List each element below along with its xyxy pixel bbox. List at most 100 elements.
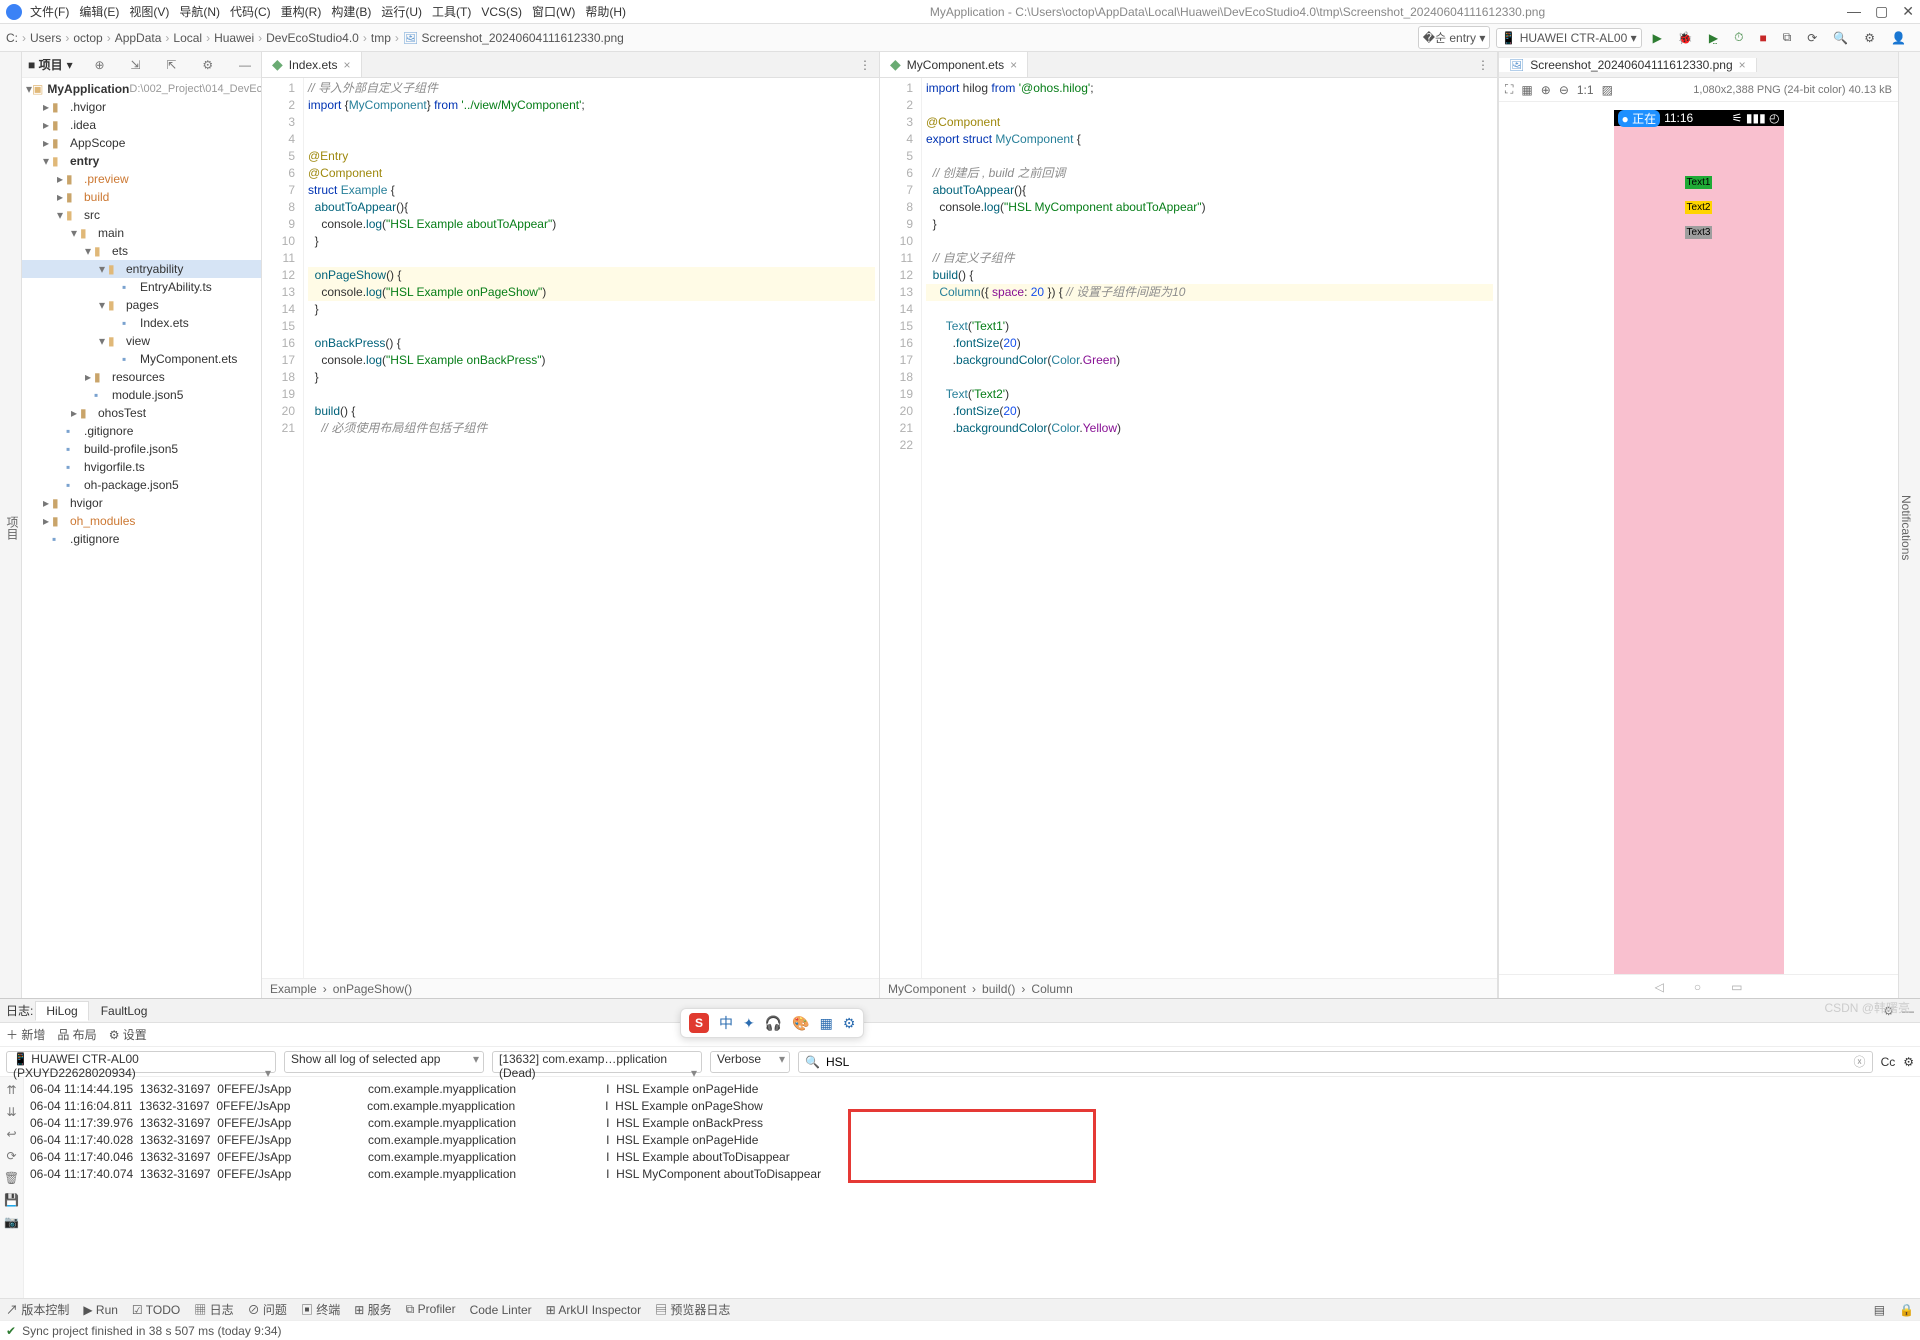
chess-bg-icon[interactable]: ▨ — [1602, 83, 1613, 97]
hide-icon[interactable]: — — [239, 58, 251, 72]
zoom-in-icon[interactable]: ⊕ — [1541, 83, 1551, 97]
scope-filter[interactable]: Show all log of selected app — [284, 1051, 484, 1073]
grid-icon[interactable]: ▦ — [1521, 83, 1532, 97]
code-editor-1[interactable]: 123456789101112131415161718192021 // 导入外… — [262, 78, 879, 978]
tree-node[interactable]: ▪oh-package.json5 — [22, 476, 261, 494]
status-item[interactable]: ▶ Run — [83, 1303, 118, 1317]
status-item[interactable]: ▤ 预览器日志 — [655, 1301, 730, 1318]
float-settings-icon[interactable]: ⚙ — [843, 1015, 856, 1032]
debug-button[interactable]: 🐞 — [1673, 28, 1698, 48]
tree-node[interactable]: ▪.gitignore — [22, 530, 261, 548]
tree-node[interactable]: ▪build-profile.json5 — [22, 440, 261, 458]
menu-item[interactable]: 视图(V) — [129, 5, 169, 19]
log-line[interactable]: 06-04 11:14:44.195 13632-31697 0FEFE/JsA… — [30, 1081, 1914, 1098]
menu-item[interactable]: 帮助(H) — [585, 5, 626, 19]
tree-node[interactable]: ▪hvigorfile.ts — [22, 458, 261, 476]
floating-toolbar[interactable]: S 中 ✦ 🎧 🎨 ▦ ⚙ — [680, 1008, 864, 1038]
log-line[interactable]: 06-04 11:17:40.028 13632-31697 0FEFE/JsA… — [30, 1132, 1914, 1149]
menu-item[interactable]: 工具(T) — [432, 5, 471, 19]
float-china-icon[interactable]: 中 — [719, 1013, 733, 1033]
breadcrumb-item[interactable]: 🖼 Screenshot_20240604111612330.png — [403, 31, 624, 45]
close-icon[interactable]: × — [343, 58, 350, 72]
tree-node[interactable]: ▸▮resources — [22, 368, 261, 386]
menu-item[interactable]: 运行(U) — [381, 5, 422, 19]
tree-node[interactable]: ▸▮.hvigor — [22, 98, 261, 116]
tree-node[interactable]: ▾▮entryability — [22, 260, 261, 278]
status-item[interactable]: ⧉ Profiler — [406, 1302, 456, 1317]
profile-button[interactable]: ⏱ — [1729, 27, 1748, 48]
nav-home-icon[interactable]: ○ — [1694, 980, 1701, 994]
tree-node[interactable]: ▪.gitignore — [22, 422, 261, 440]
collapse-all-icon[interactable]: ⇱ — [166, 58, 176, 72]
layout-button[interactable]: 品 布局 — [57, 1026, 96, 1043]
float-grid-icon[interactable]: ▦ — [820, 1015, 833, 1032]
tree-node[interactable]: ▾▮pages — [22, 296, 261, 314]
preview-canvas[interactable]: ● 正在 11:16 ⚟ ▮▮▮ ◴ Text1Text2Text3 — [1499, 102, 1898, 974]
breadcrumb-item[interactable]: C: — [6, 31, 18, 45]
maximize-button[interactable]: ▢ — [1875, 3, 1888, 20]
nav-recent-icon[interactable]: ▭ — [1731, 980, 1742, 994]
breadcrumb-item[interactable]: Local — [173, 31, 202, 45]
tree-node[interactable]: ▾▮src — [22, 206, 261, 224]
lock-icon[interactable]: 🔒 — [1899, 1303, 1914, 1317]
build-button[interactable]: ⧉ — [1778, 27, 1797, 48]
breadcrumb-item[interactable]: octop — [73, 31, 102, 45]
menu-item[interactable]: 重构(R) — [281, 5, 322, 19]
close-icon[interactable]: × — [1010, 58, 1017, 72]
float-headphones-icon[interactable]: 🎧 — [765, 1015, 782, 1032]
tree-node[interactable]: ▪Index.ets — [22, 314, 261, 332]
float-palette-icon[interactable]: 🎨 — [792, 1015, 809, 1032]
tree-node[interactable]: ▸▮.preview — [22, 170, 261, 188]
tab-mycomponent-ets[interactable]: ◆MyComponent.ets× — [880, 52, 1028, 77]
menu-item[interactable]: 编辑(E) — [79, 5, 119, 19]
nav-back-icon[interactable]: ◁ — [1655, 980, 1664, 994]
screenshot-icon[interactable]: 📷 — [4, 1215, 19, 1229]
menu-item[interactable]: 导航(N) — [179, 5, 220, 19]
tree-node[interactable]: ▸▮oh_modules — [22, 512, 261, 530]
add-filter-button[interactable]: ＋ 新增 — [6, 1026, 45, 1043]
source[interactable]: // 导入外部自定义子组件import {MyComponent} from '… — [304, 78, 879, 978]
log-line[interactable]: 06-04 11:16:04.811 13632-31697 0FEFE/JsA… — [30, 1098, 1914, 1115]
code-editor-2[interactable]: 12345678910111213141516171819202122 impo… — [880, 78, 1497, 978]
editor-breadcrumb[interactable]: MyComponent › build() › Column — [880, 978, 1497, 998]
breadcrumb-item[interactable]: Huawei — [214, 31, 254, 45]
status-item[interactable]: ⊞ ArkUI Inspector — [546, 1303, 641, 1317]
save-log-icon[interactable]: 💾 — [4, 1193, 19, 1207]
float-spark-icon[interactable]: ✦ — [743, 1015, 755, 1032]
status-item[interactable]: ▦ 日志 — [194, 1301, 233, 1318]
tab-overflow-icon[interactable]: ⋮ — [1469, 52, 1497, 77]
source[interactable]: import hilog from '@ohos.hilog'; @Compon… — [922, 78, 1497, 978]
match-case-button[interactable]: Cc — [1881, 1055, 1896, 1069]
tree-node[interactable]: ▪EntryAbility.ts — [22, 278, 261, 296]
tree-node[interactable]: ▸▮ohosTest — [22, 404, 261, 422]
settings-button[interactable]: ⚙ — [1859, 28, 1880, 48]
run-button[interactable]: ▶ — [1648, 28, 1667, 48]
breadcrumb-item[interactable]: Users — [30, 31, 61, 45]
event-log-button[interactable]: ▤ — [1874, 1303, 1885, 1317]
run-config-selector[interactable]: �순 entry ▾ — [1418, 26, 1491, 49]
scroll-top-icon[interactable]: ⇈ — [6, 1083, 16, 1097]
tree-node[interactable]: ▸▮hvigor — [22, 494, 261, 512]
tree-node[interactable]: ▾▮main — [22, 224, 261, 242]
tree-node[interactable]: ▾▮view — [22, 332, 261, 350]
coverage-button[interactable]: ▶̤ — [1704, 28, 1723, 48]
tree-node[interactable]: ▸▮AppScope — [22, 134, 261, 152]
menu-item[interactable]: 代码(C) — [230, 5, 271, 19]
soft-wrap-icon[interactable]: ↩ — [6, 1127, 16, 1141]
status-item[interactable]: ↗ 版本控制 — [6, 1301, 69, 1318]
device-selector[interactable]: 📱 HUAWEI CTR-AL00 ▾ — [1496, 28, 1641, 48]
restart-icon[interactable]: ⟳ — [6, 1149, 16, 1163]
minimize-button[interactable]: — — [1847, 3, 1861, 20]
tree-node[interactable]: ▪module.json5 — [22, 386, 261, 404]
menu-item[interactable]: VCS(S) — [481, 5, 522, 19]
log-search[interactable]: 🔍 ⓧ — [798, 1051, 1873, 1073]
clear-search-icon[interactable]: ⓧ — [1854, 1053, 1866, 1070]
search-button[interactable]: 🔍 — [1828, 28, 1853, 48]
user-button[interactable]: 👤 — [1886, 28, 1911, 48]
log-search-input[interactable] — [826, 1055, 1848, 1069]
tab-hilog[interactable]: HiLog — [35, 1001, 88, 1021]
regex-button[interactable]: ⚙ — [1903, 1055, 1914, 1069]
log-line[interactable]: 06-04 11:17:39.976 13632-31697 0FEFE/JsA… — [30, 1115, 1914, 1132]
tree-node[interactable]: ▪MyComponent.ets — [22, 350, 261, 368]
tab-faultlog[interactable]: FaultLog — [91, 1002, 158, 1020]
